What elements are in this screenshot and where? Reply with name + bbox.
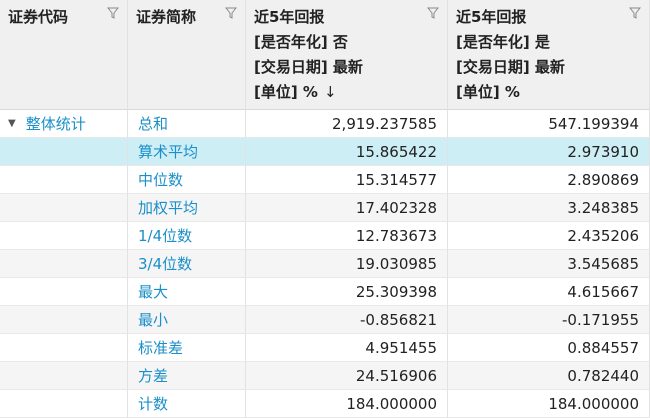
stat-name-cell[interactable]: 标准差 [128, 334, 246, 362]
column-header-name[interactable]: 证券简称 [128, 0, 246, 110]
stat-name-cell[interactable]: 最大 [128, 278, 246, 306]
value-cell-non-annualized[interactable]: 4.951455 [246, 334, 448, 362]
header-line: [单位] % [254, 83, 318, 101]
value-cell-annualized[interactable]: 3.545685 [448, 250, 650, 278]
value-cell-annualized[interactable]: 0.884557 [448, 334, 650, 362]
stat-name-cell[interactable]: 方差 [128, 362, 246, 390]
column-header-code[interactable]: 证券代码 [0, 0, 128, 110]
header-line: 近5年回报 [456, 8, 527, 26]
value-cell-annualized[interactable]: -0.171955 [448, 306, 650, 334]
value-cell-annualized[interactable]: 2.890869 [448, 166, 650, 194]
value-cell-non-annualized[interactable]: 24.516906 [246, 362, 448, 390]
value-cell-non-annualized[interactable]: 17.402328 [246, 194, 448, 222]
value-cell-non-annualized[interactable]: 15.865422 [246, 138, 448, 166]
value-cell-non-annualized[interactable]: -0.856821 [246, 306, 448, 334]
code-cell [0, 362, 128, 390]
filter-icon[interactable] [107, 7, 119, 19]
stat-name-cell[interactable]: 算术平均 [128, 138, 246, 166]
value-cell-non-annualized[interactable]: 19.030985 [246, 250, 448, 278]
value-cell-annualized[interactable]: 547.199394 [448, 110, 650, 138]
header-line: [单位] % [456, 83, 520, 101]
stat-name-cell[interactable]: 总和 [128, 110, 246, 138]
value-cell-annualized[interactable]: 2.435206 [448, 222, 650, 250]
code-cell[interactable]: ▼ 整体统计 [0, 110, 128, 138]
value-cell-non-annualized[interactable]: 25.309398 [246, 278, 448, 306]
statistics-table: 证券代码 证券简称 近5年回报 [是否年化] 否 [交易日期] 最新 [单位] … [0, 0, 650, 418]
code-cell [0, 278, 128, 306]
collapse-triangle-icon[interactable]: ▼ [8, 118, 16, 129]
filter-icon[interactable] [427, 7, 439, 19]
stat-name-cell[interactable]: 3/4位数 [128, 250, 246, 278]
code-cell [0, 222, 128, 250]
header-line: [是否年化] 是 [456, 33, 550, 51]
column-header-return-5y-annualized[interactable]: 近5年回报 [是否年化] 是 [交易日期] 最新 [单位] % [448, 0, 650, 110]
stat-name-cell[interactable]: 加权平均 [128, 194, 246, 222]
filter-icon[interactable] [629, 7, 641, 19]
value-cell-non-annualized[interactable]: 2,919.237585 [246, 110, 448, 138]
group-label: 整体统计 [25, 115, 86, 133]
value-cell-annualized[interactable]: 0.782440 [448, 362, 650, 390]
sort-desc-icon[interactable]: ↓ [324, 83, 337, 101]
filter-icon[interactable] [225, 7, 237, 19]
column-header-return-5y-non-annualized[interactable]: 近5年回报 [是否年化] 否 [交易日期] 最新 [单位] % ↓ [246, 0, 448, 110]
stat-name-cell[interactable]: 最小 [128, 306, 246, 334]
code-cell [0, 166, 128, 194]
header-line: 近5年回报 [254, 8, 325, 26]
header-line: 证券简称 [136, 8, 197, 26]
code-cell [0, 194, 128, 222]
stat-name-cell[interactable]: 中位数 [128, 166, 246, 194]
header-line: [交易日期] 最新 [456, 58, 565, 76]
header-line: 证券代码 [8, 8, 69, 26]
code-cell [0, 138, 128, 166]
value-cell-annualized[interactable]: 2.973910 [448, 138, 650, 166]
value-cell-non-annualized[interactable]: 15.314577 [246, 166, 448, 194]
header-line: [是否年化] 否 [254, 33, 348, 51]
value-cell-annualized[interactable]: 4.615667 [448, 278, 650, 306]
code-cell [0, 306, 128, 334]
header-line: [交易日期] 最新 [254, 58, 363, 76]
code-cell [0, 250, 128, 278]
value-cell-annualized[interactable]: 3.248385 [448, 194, 650, 222]
code-cell [0, 334, 128, 362]
value-cell-non-annualized[interactable]: 12.783673 [246, 222, 448, 250]
stat-name-cell[interactable]: 1/4位数 [128, 222, 246, 250]
